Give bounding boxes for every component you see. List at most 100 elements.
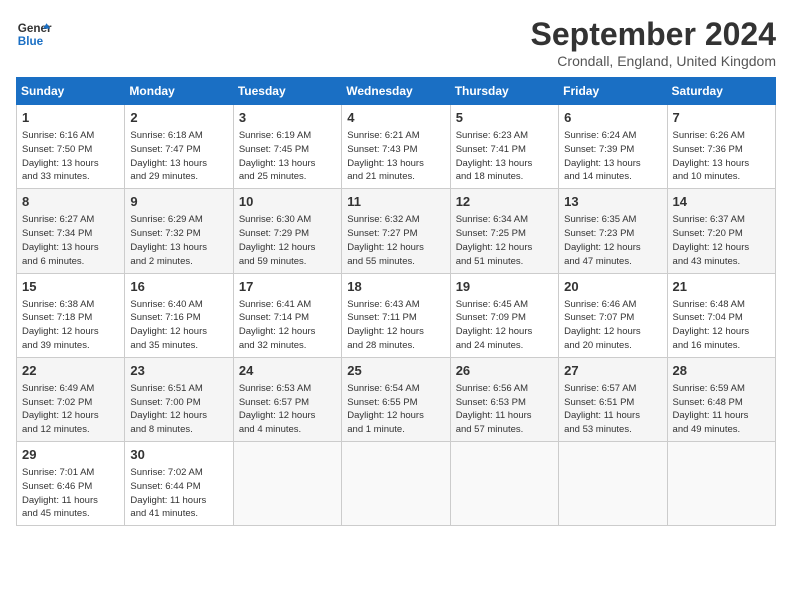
calendar-cell: 22Sunrise: 6:49 AM Sunset: 7:02 PM Dayli… bbox=[17, 357, 125, 441]
day-number: 18 bbox=[347, 278, 444, 296]
day-number: 28 bbox=[673, 362, 770, 380]
day-number: 24 bbox=[239, 362, 336, 380]
day-info: Sunrise: 6:41 AM Sunset: 7:14 PM Dayligh… bbox=[239, 298, 336, 353]
day-number: 11 bbox=[347, 193, 444, 211]
day-number: 7 bbox=[673, 109, 770, 127]
day-number: 8 bbox=[22, 193, 119, 211]
week-row-2: 8 Sunrise: 6:27 AM Sunset: 7:34 PM Daylig… bbox=[17, 189, 776, 273]
calendar-cell: 14 Sunrise: 6:37 AM Sunset: 7:20 PM Dayli… bbox=[667, 189, 775, 273]
day-info: Sunrise: 6:38 AM Sunset: 7:18 PM Dayligh… bbox=[22, 298, 119, 353]
logo-icon: General Blue bbox=[16, 16, 52, 52]
day-number: 19 bbox=[456, 278, 553, 296]
weekday-header-thursday: Thursday bbox=[450, 78, 558, 105]
day-number: 22 bbox=[22, 362, 119, 380]
page-header: General Blue September 2024 Crondall, En… bbox=[16, 16, 776, 69]
calendar-cell: 8 Sunrise: 6:27 AM Sunset: 7:34 PM Daylig… bbox=[17, 189, 125, 273]
day-number: 30 bbox=[130, 446, 227, 464]
day-info: Sunrise: 6:59 AM Sunset: 6:48 PM Dayligh… bbox=[673, 382, 770, 437]
day-number: 23 bbox=[130, 362, 227, 380]
day-info: Sunrise: 6:37 AM Sunset: 7:20 PM Dayligh… bbox=[673, 213, 770, 268]
calendar-cell: 7 Sunrise: 6:26 AM Sunset: 7:36 PM Daylig… bbox=[667, 105, 775, 189]
svg-text:Blue: Blue bbox=[18, 35, 44, 48]
day-number: 15 bbox=[22, 278, 119, 296]
day-number: 5 bbox=[456, 109, 553, 127]
day-info: Sunrise: 6:23 AM Sunset: 7:41 PM Dayligh… bbox=[456, 129, 553, 184]
calendar-cell: 28 Sunrise: 6:59 AM Sunset: 6:48 PM Dayli… bbox=[667, 357, 775, 441]
day-info: Sunrise: 6:19 AM Sunset: 7:45 PM Dayligh… bbox=[239, 129, 336, 184]
calendar-cell: 20 Sunrise: 6:46 AM Sunset: 7:07 PM Dayli… bbox=[559, 273, 667, 357]
calendar-cell: 27 Sunrise: 6:57 AM Sunset: 6:51 PM Dayli… bbox=[559, 357, 667, 441]
day-number: 6 bbox=[564, 109, 661, 127]
day-info: Sunrise: 6:29 AM Sunset: 7:32 PM Dayligh… bbox=[130, 213, 227, 268]
day-number: 13 bbox=[564, 193, 661, 211]
day-number: 2 bbox=[130, 109, 227, 127]
weekday-header-monday: Monday bbox=[125, 78, 233, 105]
day-info: Sunrise: 6:54 AM Sunset: 6:55 PM Dayligh… bbox=[347, 382, 444, 437]
day-number: 29 bbox=[22, 446, 119, 464]
calendar-cell: 19 Sunrise: 6:45 AM Sunset: 7:09 PM Dayli… bbox=[450, 273, 558, 357]
day-info: Sunrise: 6:43 AM Sunset: 7:11 PM Dayligh… bbox=[347, 298, 444, 353]
calendar-cell: 12Sunrise: 6:34 AM Sunset: 7:25 PM Dayli… bbox=[450, 189, 558, 273]
day-info: Sunrise: 6:32 AM Sunset: 7:27 PM Dayligh… bbox=[347, 213, 444, 268]
day-number: 27 bbox=[564, 362, 661, 380]
weekday-header-tuesday: Tuesday bbox=[233, 78, 341, 105]
day-info: Sunrise: 6:18 AM Sunset: 7:47 PM Dayligh… bbox=[130, 129, 227, 184]
day-info: Sunrise: 6:46 AM Sunset: 7:07 PM Dayligh… bbox=[564, 298, 661, 353]
day-info: Sunrise: 7:02 AM Sunset: 6:44 PM Dayligh… bbox=[130, 466, 227, 521]
calendar-cell: 24 Sunrise: 6:53 AM Sunset: 6:57 PM Dayli… bbox=[233, 357, 341, 441]
day-number: 17 bbox=[239, 278, 336, 296]
day-info: Sunrise: 6:24 AM Sunset: 7:39 PM Dayligh… bbox=[564, 129, 661, 184]
weekday-header-friday: Friday bbox=[559, 78, 667, 105]
weekday-header-wednesday: Wednesday bbox=[342, 78, 450, 105]
week-row-3: 15 Sunrise: 6:38 AM Sunset: 7:18 PM Dayli… bbox=[17, 273, 776, 357]
calendar-cell: 18 Sunrise: 6:43 AM Sunset: 7:11 PM Dayli… bbox=[342, 273, 450, 357]
day-info: Sunrise: 6:53 AM Sunset: 6:57 PM Dayligh… bbox=[239, 382, 336, 437]
day-number: 4 bbox=[347, 109, 444, 127]
weekday-header-saturday: Saturday bbox=[667, 78, 775, 105]
day-info: Sunrise: 6:21 AM Sunset: 7:43 PM Dayligh… bbox=[347, 129, 444, 184]
calendar-cell: 10 Sunrise: 6:30 AM Sunset: 7:29 PM Dayli… bbox=[233, 189, 341, 273]
calendar-cell bbox=[559, 442, 667, 526]
day-number: 9 bbox=[130, 193, 227, 211]
calendar-body: 1 Sunrise: 6:16 AM Sunset: 7:50 PM Daylig… bbox=[17, 105, 776, 526]
calendar-cell: 6 Sunrise: 6:24 AM Sunset: 7:39 PM Daylig… bbox=[559, 105, 667, 189]
day-info: Sunrise: 6:35 AM Sunset: 7:23 PM Dayligh… bbox=[564, 213, 661, 268]
calendar-cell: 2 Sunrise: 6:18 AM Sunset: 7:47 PM Daylig… bbox=[125, 105, 233, 189]
day-number: 26 bbox=[456, 362, 553, 380]
calendar-cell: 26 Sunrise: 6:56 AM Sunset: 6:53 PM Dayli… bbox=[450, 357, 558, 441]
calendar-cell: 16Sunrise: 6:40 AM Sunset: 7:16 PM Dayli… bbox=[125, 273, 233, 357]
day-number: 10 bbox=[239, 193, 336, 211]
day-info: Sunrise: 6:30 AM Sunset: 7:29 PM Dayligh… bbox=[239, 213, 336, 268]
day-info: Sunrise: 6:51 AM Sunset: 7:00 PM Dayligh… bbox=[130, 382, 227, 437]
calendar-cell bbox=[342, 442, 450, 526]
day-info: Sunrise: 6:26 AM Sunset: 7:36 PM Dayligh… bbox=[673, 129, 770, 184]
day-info: Sunrise: 6:34 AM Sunset: 7:25 PM Dayligh… bbox=[456, 213, 553, 268]
calendar-cell: 15 Sunrise: 6:38 AM Sunset: 7:18 PM Dayli… bbox=[17, 273, 125, 357]
calendar-cell: 30 Sunrise: 7:02 AM Sunset: 6:44 PM Dayli… bbox=[125, 442, 233, 526]
calendar-cell bbox=[667, 442, 775, 526]
calendar-cell: 1 Sunrise: 6:16 AM Sunset: 7:50 PM Daylig… bbox=[17, 105, 125, 189]
calendar-cell: 23 Sunrise: 6:51 AM Sunset: 7:00 PM Dayli… bbox=[125, 357, 233, 441]
day-number: 16 bbox=[130, 278, 227, 296]
day-number: 3 bbox=[239, 109, 336, 127]
day-info: Sunrise: 6:16 AM Sunset: 7:50 PM Dayligh… bbox=[22, 129, 119, 184]
calendar-cell: 3 Sunrise: 6:19 AM Sunset: 7:45 PM Daylig… bbox=[233, 105, 341, 189]
week-row-4: 22Sunrise: 6:49 AM Sunset: 7:02 PM Dayli… bbox=[17, 357, 776, 441]
day-info: Sunrise: 6:57 AM Sunset: 6:51 PM Dayligh… bbox=[564, 382, 661, 437]
calendar-cell: 21Sunrise: 6:48 AM Sunset: 7:04 PM Dayli… bbox=[667, 273, 775, 357]
day-info: Sunrise: 6:45 AM Sunset: 7:09 PM Dayligh… bbox=[456, 298, 553, 353]
day-number: 20 bbox=[564, 278, 661, 296]
day-info: Sunrise: 7:01 AM Sunset: 6:46 PM Dayligh… bbox=[22, 466, 119, 521]
calendar-cell: 29 Sunrise: 7:01 AM Sunset: 6:46 PM Dayli… bbox=[17, 442, 125, 526]
day-number: 1 bbox=[22, 109, 119, 127]
day-number: 14 bbox=[673, 193, 770, 211]
week-row-1: 1 Sunrise: 6:16 AM Sunset: 7:50 PM Daylig… bbox=[17, 105, 776, 189]
calendar-cell: 17 Sunrise: 6:41 AM Sunset: 7:14 PM Dayli… bbox=[233, 273, 341, 357]
calendar-cell: 25Sunrise: 6:54 AM Sunset: 6:55 PM Dayli… bbox=[342, 357, 450, 441]
title-area: September 2024 Crondall, England, United… bbox=[531, 16, 776, 69]
calendar-cell bbox=[450, 442, 558, 526]
day-info: Sunrise: 6:56 AM Sunset: 6:53 PM Dayligh… bbox=[456, 382, 553, 437]
calendar-cell: 13 Sunrise: 6:35 AM Sunset: 7:23 PM Dayli… bbox=[559, 189, 667, 273]
day-info: Sunrise: 6:27 AM Sunset: 7:34 PM Dayligh… bbox=[22, 213, 119, 268]
calendar-cell: 5 Sunrise: 6:23 AM Sunset: 7:41 PM Daylig… bbox=[450, 105, 558, 189]
